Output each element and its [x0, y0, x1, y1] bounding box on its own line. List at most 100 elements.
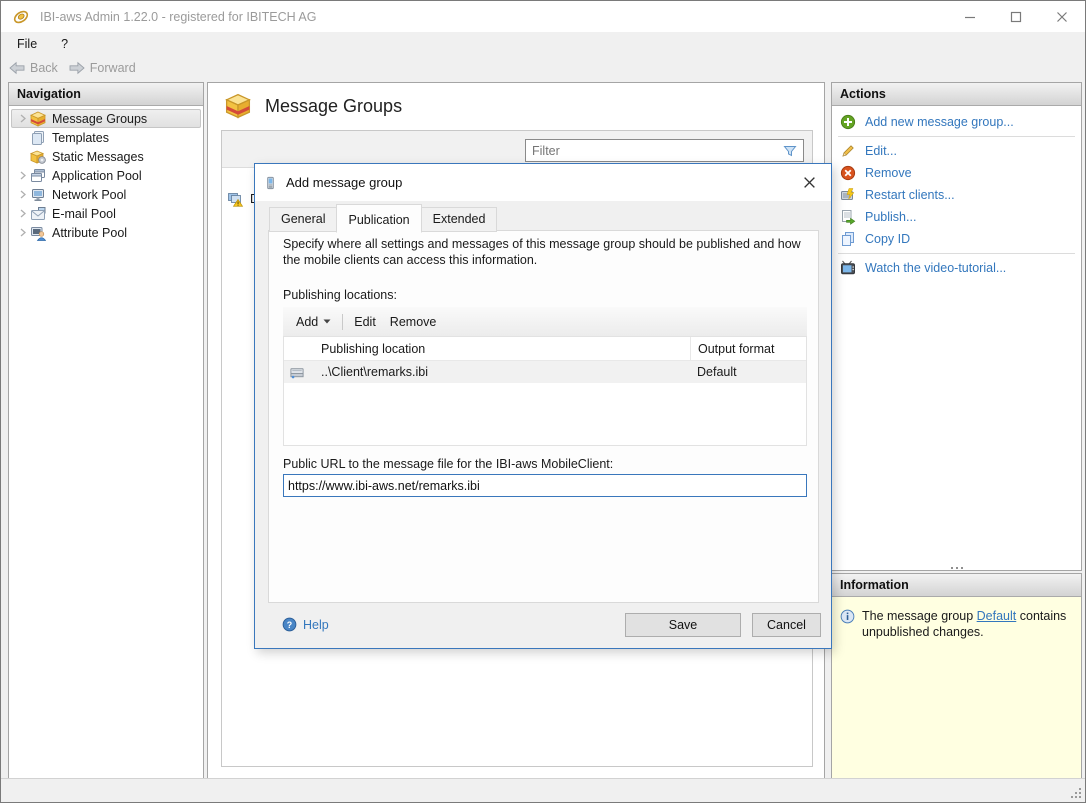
close-icon — [1057, 11, 1067, 22]
nav-item-email-pool[interactable]: E-mail Pool — [11, 204, 201, 223]
filter-input[interactable] — [526, 142, 782, 159]
chevron-right-icon — [20, 171, 26, 180]
message-group-unpublished-icon — [228, 193, 244, 207]
divider — [838, 253, 1075, 254]
output-format-cell: Default — [697, 365, 737, 379]
remove-icon — [840, 165, 856, 181]
add-location-label: Add — [296, 314, 319, 329]
action-label: Add new message group... — [865, 115, 1014, 129]
table-header-row: Publishing location Output format — [284, 337, 806, 361]
maximize-icon — [1010, 11, 1022, 22]
navigation-toolbar: Back Forward — [1, 55, 1085, 80]
filter-box — [525, 139, 804, 162]
message-groups-page-icon — [225, 93, 251, 119]
menu-file[interactable]: File — [17, 37, 37, 51]
attribute-pool-icon — [31, 226, 46, 241]
mobile-client-icon — [267, 176, 274, 189]
chevron-right-icon — [20, 228, 26, 237]
email-pool-icon — [31, 206, 46, 220]
close-button[interactable] — [1039, 1, 1085, 32]
forward-button[interactable]: Forward — [68, 61, 136, 75]
information-panel: Information The message group Default co… — [831, 573, 1082, 779]
back-label: Back — [30, 60, 58, 75]
dialog-title: Add message group — [286, 175, 403, 190]
minimize-icon — [965, 16, 975, 18]
back-button[interactable]: Back — [8, 61, 58, 75]
actions-panel: Actions Add new message group... Edit... — [831, 82, 1082, 571]
tab-publication[interactable]: Publication — [336, 204, 422, 233]
navigation-panel: Navigation Message Groups Templates Stat… — [8, 82, 204, 779]
nav-item-message-groups[interactable]: Message Groups — [11, 109, 201, 128]
app-window: IBI-aws Admin 1.22.0 - registered for IB… — [0, 0, 1086, 803]
message-groups-icon — [30, 111, 46, 127]
nav-item-network-pool[interactable]: Network Pool — [11, 185, 201, 204]
default-message-group-link[interactable]: Default — [977, 609, 1017, 623]
nav-item-application-pool[interactable]: Application Pool — [11, 166, 201, 185]
dialog-tab-strip: General Publication Extended — [269, 204, 498, 233]
nav-item-label: E-mail Pool — [52, 206, 116, 221]
help-icon: ? — [282, 617, 297, 632]
dropdown-arrow-icon — [323, 319, 331, 324]
publishing-locations-table: Publishing location Output format ..\Cli… — [283, 336, 807, 446]
dialog-close-button[interactable] — [799, 173, 819, 193]
minimize-button[interactable] — [947, 1, 993, 32]
resize-grip[interactable] — [1069, 786, 1082, 799]
toolbar-separator — [342, 313, 344, 330]
action-watch-video-tutorial[interactable]: Watch the video-tutorial... — [832, 257, 1081, 279]
close-icon — [803, 177, 815, 188]
publication-description: Specify where all settings and messages … — [283, 237, 801, 267]
menu-bar: File ? — [1, 32, 1085, 55]
edit-pencil-icon — [842, 145, 854, 157]
maximize-button[interactable] — [993, 1, 1039, 32]
publication-tab-page: Specify where all settings and messages … — [268, 230, 819, 603]
save-button[interactable]: Save — [625, 613, 741, 637]
filter-funnel-icon[interactable] — [782, 143, 798, 159]
action-label: Restart clients... — [865, 188, 955, 202]
chevron-right-icon — [20, 209, 26, 218]
add-icon — [840, 114, 856, 130]
status-bar — [1, 778, 1085, 802]
action-restart-clients[interactable]: Restart clients... — [832, 184, 1081, 206]
add-location-button[interactable]: Add — [291, 313, 336, 331]
action-label: Edit... — [865, 144, 897, 158]
publishing-location-column-header: Publishing location — [321, 341, 426, 356]
menu-help[interactable]: ? — [61, 37, 68, 51]
navigation-tree: Message Groups Templates Static Messages… — [9, 106, 203, 242]
templates-icon — [32, 130, 44, 145]
nav-item-templates[interactable]: Templates — [11, 128, 201, 147]
action-add-new-message-group[interactable]: Add new message group... — [832, 111, 1081, 133]
svg-text:?: ? — [287, 620, 292, 630]
remove-location-button[interactable]: Remove — [385, 313, 442, 331]
chevron-right-icon — [20, 114, 26, 123]
public-url-input[interactable] — [283, 474, 807, 497]
tab-extended[interactable]: Extended — [420, 207, 498, 232]
edit-location-label: Edit — [354, 314, 376, 329]
actions-panel-header: Actions — [832, 83, 1081, 106]
edit-location-button[interactable]: Edit — [349, 313, 381, 331]
tab-general[interactable]: General — [269, 207, 338, 232]
action-remove[interactable]: Remove — [832, 162, 1081, 184]
info-text-before: The message group — [862, 609, 977, 623]
nav-item-static-messages[interactable]: Static Messages — [11, 147, 201, 166]
nav-item-label: Application Pool — [52, 168, 142, 183]
forward-arrow-icon — [69, 61, 85, 74]
publishing-location-row[interactable]: ..\Client\remarks.ibi Default — [284, 361, 806, 383]
icon-column-header — [284, 337, 310, 360]
nav-item-label: Network Pool — [52, 187, 127, 202]
publish-target-drive-icon — [290, 367, 304, 378]
action-copy-id[interactable]: Copy ID — [832, 228, 1081, 250]
nav-item-label: Static Messages — [52, 149, 144, 164]
navigation-panel-header: Navigation — [9, 83, 203, 106]
nav-item-attribute-pool[interactable]: Attribute Pool — [11, 223, 201, 242]
nav-item-label: Attribute Pool — [52, 225, 128, 240]
action-edit[interactable]: Edit... — [832, 140, 1081, 162]
panel-splitter-handle[interactable] — [950, 567, 963, 569]
video-tutorial-icon — [841, 260, 855, 275]
divider — [838, 136, 1075, 137]
help-link[interactable]: ? Help — [282, 617, 329, 632]
publishing-locations-label: Publishing locations: — [283, 288, 397, 302]
action-publish[interactable]: Publish... — [832, 206, 1081, 228]
cancel-button[interactable]: Cancel — [752, 613, 821, 637]
publishing-location-cell: ..\Client\remarks.ibi — [321, 365, 428, 379]
dialog-title-bar: Add message group — [255, 164, 831, 201]
